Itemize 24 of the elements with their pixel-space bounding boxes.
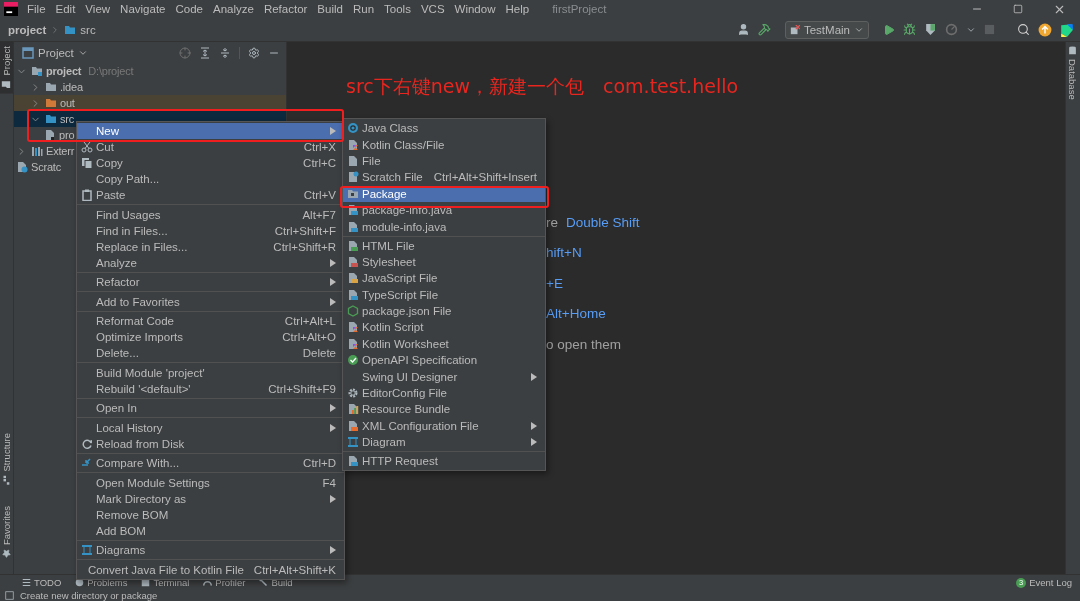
shortcut-label: Ctrl+D — [303, 457, 336, 469]
window-title: firstProject — [552, 3, 607, 15]
shortcut-label: Ctrl+Shift+R — [273, 240, 336, 253]
shortcut-hint: Double Shift — [566, 214, 640, 230]
hint-text: re — [546, 214, 558, 230]
shortcut-hint: hift+N — [546, 245, 582, 261]
status-message: Create new directory or package — [20, 590, 158, 601]
shortcut-label: Ctrl+Alt+Shift+Insert — [433, 171, 537, 184]
shortcut-label: Ctrl+V — [303, 189, 336, 201]
shortcut-label: Alt+F7 — [302, 208, 336, 221]
shortcut-hint: +E — [546, 275, 563, 291]
shortcut-label: Ctrl+Alt+L — [284, 315, 336, 327]
shortcut-label: Ctrl+Shift+F9 — [268, 382, 336, 395]
path-label: D:\project — [88, 65, 134, 77]
shortcut-label: F4 — [322, 476, 336, 489]
shortcut-label: Delete — [302, 347, 336, 359]
shortcut-label: Ctrl+Alt+Shift+K — [253, 563, 336, 576]
shortcut-label: Ctrl+Alt+O — [282, 331, 336, 343]
shortcut-hint: Alt+Home — [546, 306, 606, 322]
shortcut-label: Ctrl+X — [303, 141, 336, 153]
shortcut-label: Ctrl+C — [303, 157, 336, 169]
hint-text: o open them — [546, 336, 622, 352]
shortcut-label: Ctrl+Shift+F — [274, 224, 336, 237]
annotation-text: src下右键new，新建一个包 com.test.hello — [346, 74, 740, 99]
